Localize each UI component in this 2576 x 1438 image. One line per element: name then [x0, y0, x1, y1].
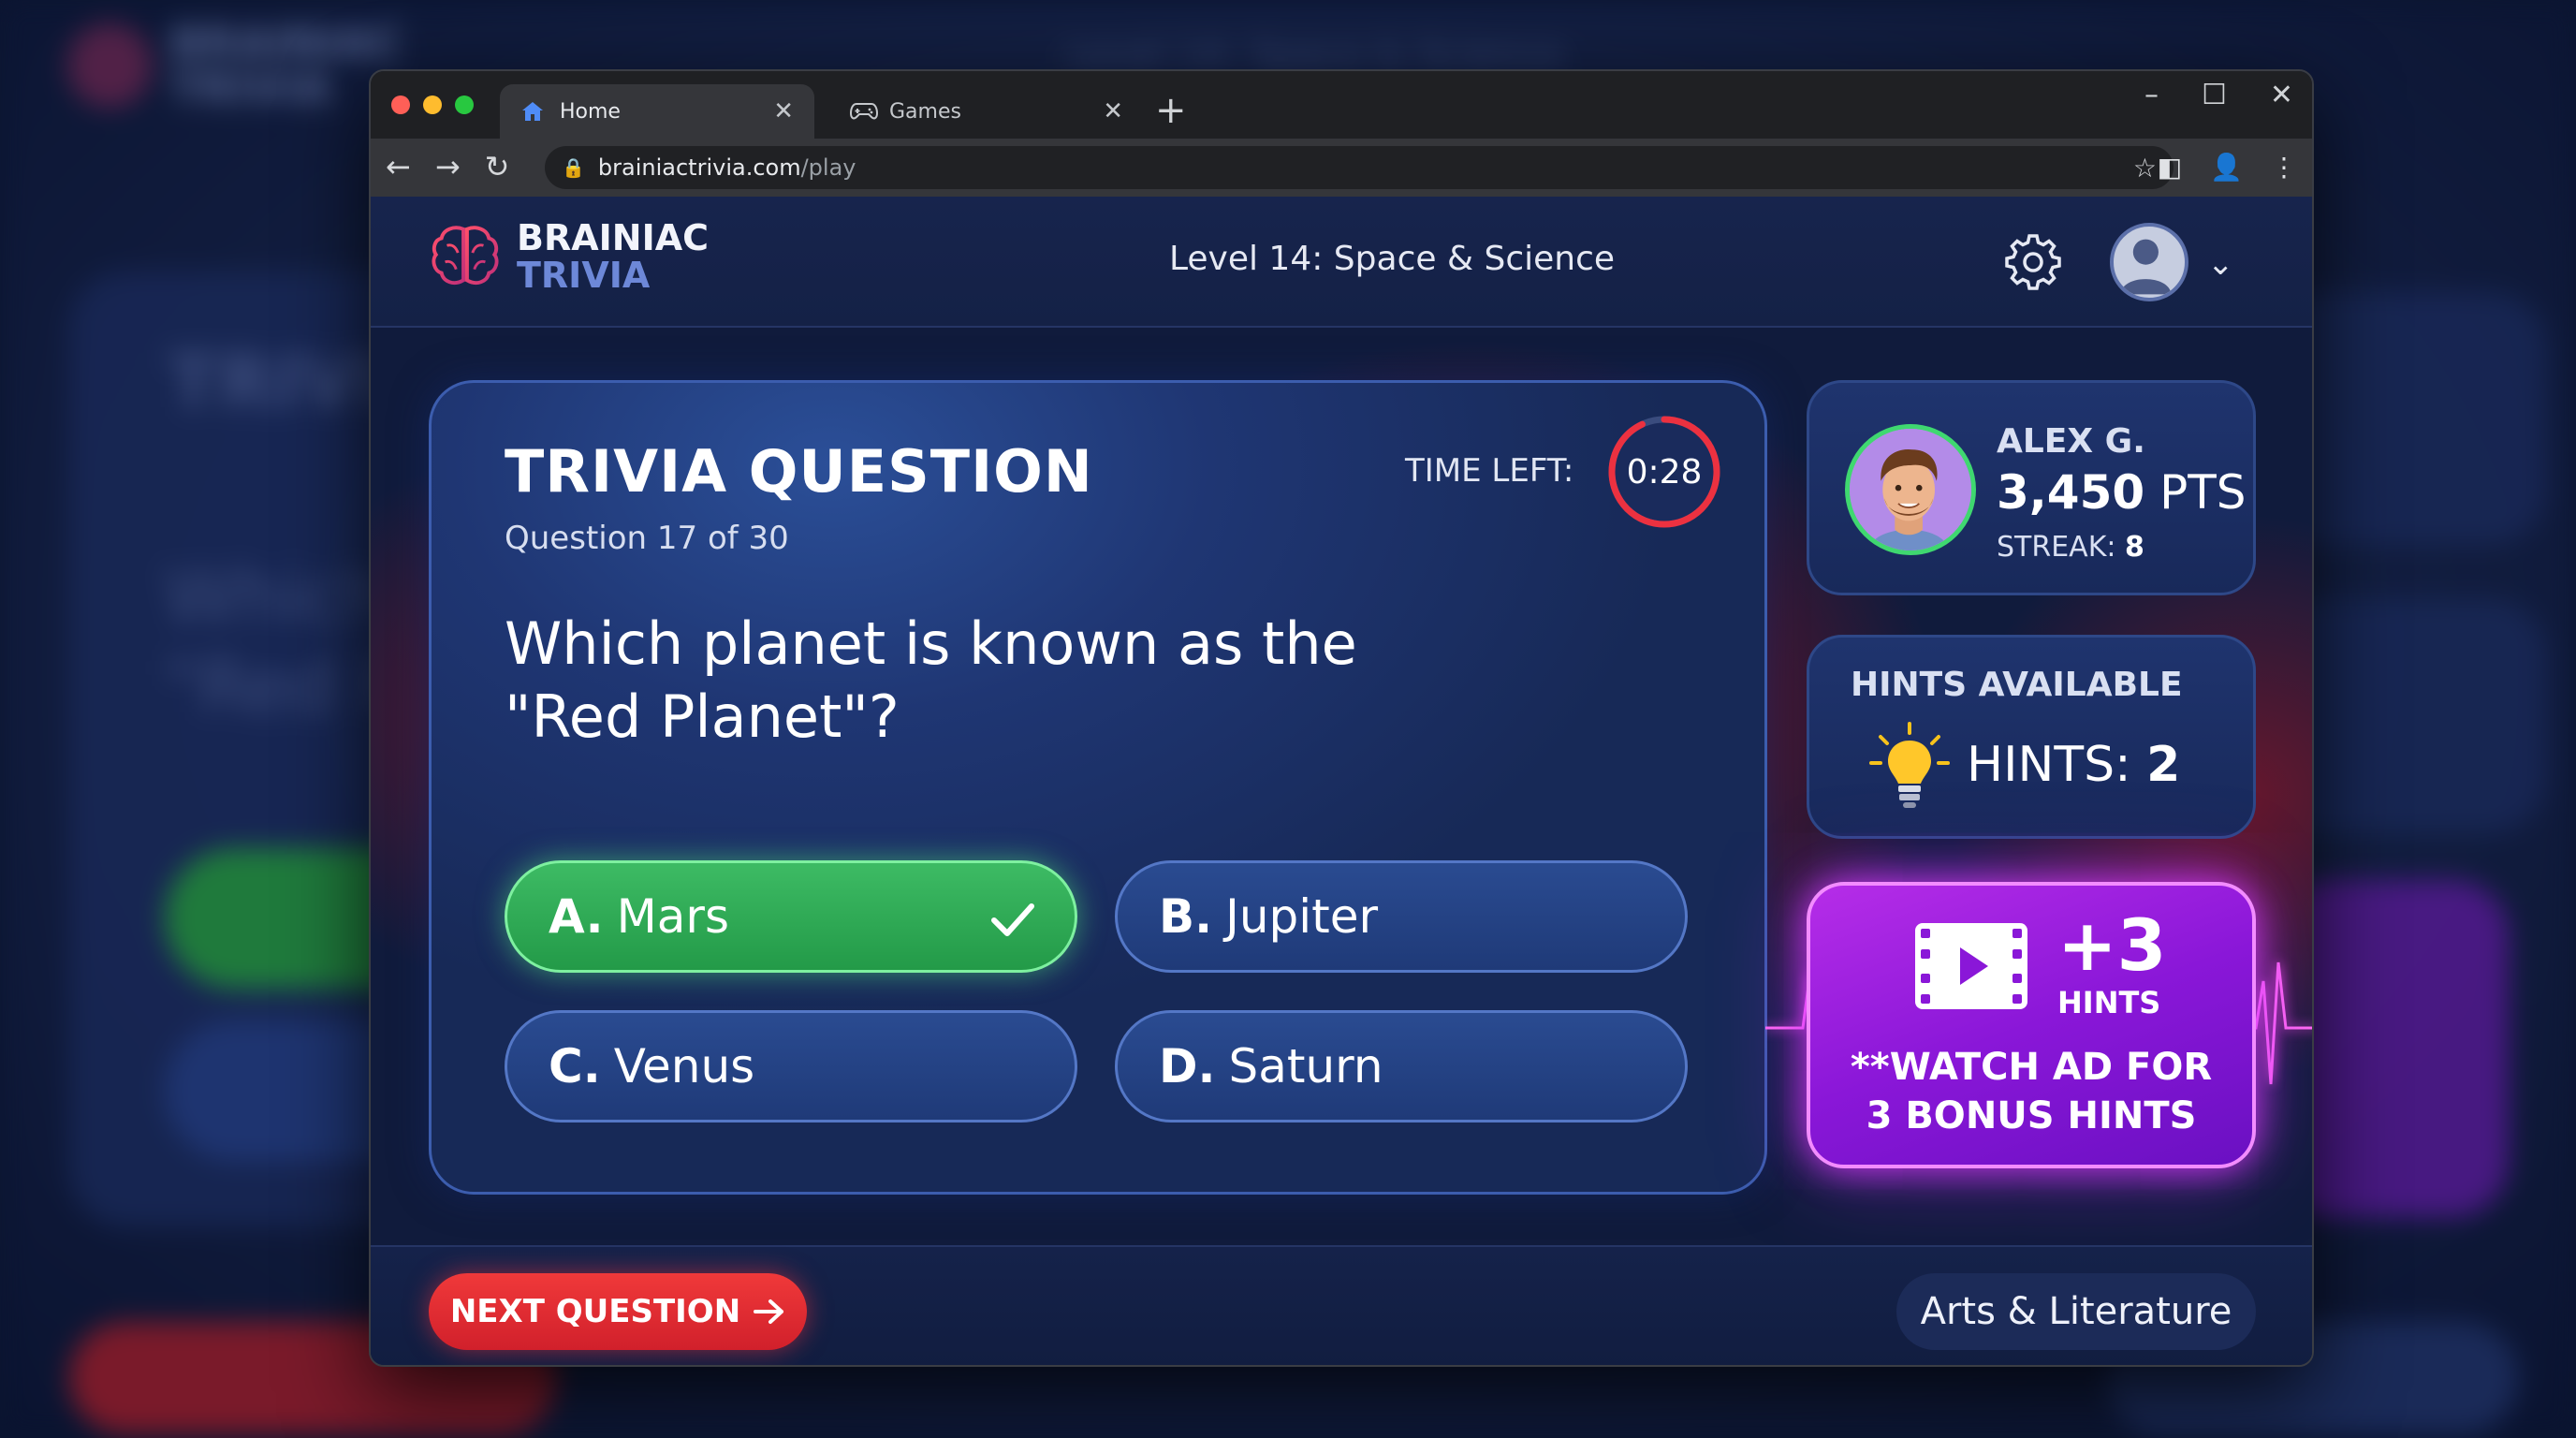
- reload-icon[interactable]: ↻: [485, 150, 510, 183]
- gamepad-icon: [850, 101, 878, 122]
- question-text: Which planet is known as the "Red Planet"…: [505, 609, 1357, 751]
- tab-bar: Home ✕ Games ✕ + – ☐ ✕: [371, 71, 2312, 139]
- window-controls: – ☐ ✕: [2144, 79, 2293, 111]
- user-avatar-icon: [2120, 239, 2172, 295]
- player-points-value: 3,450: [1997, 465, 2145, 520]
- video-play-icon: [1915, 923, 2027, 1009]
- url-host: brainiactrivia.com: [597, 154, 801, 181]
- answer-b-button[interactable]: B. Jupiter: [1115, 860, 1688, 973]
- tab-home-label: Home: [560, 99, 621, 124]
- user-avatar-button[interactable]: [2110, 223, 2188, 301]
- question-title: TRIVIA QUESTION: [505, 437, 1093, 506]
- backdrop-logo-line2: TRIVIA: [170, 63, 332, 113]
- streak-label: STREAK:: [1997, 531, 2116, 564]
- hints-title: HINTS AVAILABLE: [1851, 666, 2183, 704]
- side-panel-icon[interactable]: ◧: [2158, 152, 2182, 183]
- home-icon: [520, 100, 549, 123]
- maximize-icon[interactable]: ☐: [2202, 79, 2227, 111]
- hints-count-value: 2: [2146, 737, 2181, 793]
- tab-close-icon[interactable]: ✕: [773, 97, 794, 125]
- streak-value: 8: [2125, 531, 2144, 564]
- question-card: TRIVIA QUESTION Question 17 of 30 TIME L…: [429, 380, 1767, 1195]
- maximize-window-dot[interactable]: [455, 95, 474, 114]
- ad-text-line2: 3 BONUS HINTS: [1866, 1094, 2197, 1137]
- watch-ad-button[interactable]: +3 HINTS **WATCH AD FOR 3 BONUS HINTS: [1807, 882, 2256, 1168]
- gear-icon[interactable]: [2005, 234, 2061, 290]
- forward-arrow-icon[interactable]: →: [435, 150, 461, 183]
- bookmark-star-icon[interactable]: ☆: [2133, 153, 2157, 183]
- tab-home[interactable]: Home ✕: [500, 84, 814, 139]
- answer-a-text: Mars: [616, 889, 730, 944]
- level-title: Level 14: Space & Science: [1168, 240, 1616, 278]
- backdrop-question-title: TRIVI: [168, 341, 386, 425]
- time-left-value: 0:28: [1626, 452, 1703, 492]
- category-label: Arts & Literature: [1920, 1290, 2232, 1333]
- player-avatar: [1845, 424, 1976, 555]
- ad-description: **WATCH AD FOR 3 BONUS HINTS: [1810, 1043, 2252, 1140]
- question-progress: Question 17 of 30: [505, 520, 789, 557]
- time-left-label: TIME LEFT:: [1405, 452, 1574, 490]
- tab-close-icon[interactable]: ✕: [1103, 97, 1123, 125]
- ad-text-line1: **WATCH AD FOR: [1850, 1046, 2213, 1089]
- answer-d-text: Saturn: [1228, 1039, 1383, 1093]
- browser-toolbar: ◧ 👤 ⋮: [2158, 152, 2297, 183]
- answer-b-text: Jupiter: [1225, 889, 1379, 944]
- player-points-unit: PTS: [2159, 465, 2247, 520]
- app-footer: NEXT QUESTION Arts & Literature: [371, 1245, 2312, 1365]
- arrow-right-icon: [754, 1299, 784, 1324]
- ad-bonus-count: +3: [2057, 903, 2167, 987]
- backdrop-logo-line1: BRAINIAC: [170, 18, 403, 68]
- player-points: 3,450 PTS: [1997, 465, 2247, 520]
- next-question-button[interactable]: NEXT QUESTION: [429, 1273, 807, 1350]
- close-window-dot[interactable]: [391, 95, 410, 114]
- close-icon[interactable]: ✕: [2270, 79, 2293, 111]
- traffic-lights: [391, 95, 474, 114]
- game-stage: TRIVIA QUESTION Question 17 of 30 TIME L…: [371, 328, 2312, 1245]
- answer-a-letter: A.: [549, 889, 604, 944]
- lock-icon: 🔒: [562, 156, 585, 179]
- tab-games-label: Games: [889, 99, 961, 124]
- player-streak: STREAK: 8: [1997, 531, 2144, 564]
- answer-c-text: Venus: [613, 1039, 755, 1093]
- answer-c-letter: C.: [549, 1039, 601, 1093]
- new-tab-plus-icon[interactable]: +: [1155, 92, 1187, 129]
- nav-buttons: ← → ↻: [386, 150, 509, 183]
- minimize-icon[interactable]: –: [2144, 79, 2159, 111]
- hints-card: HINTS AVAILABLE HINTS: 2: [1807, 635, 2256, 839]
- checkmark-icon: [991, 903, 1034, 936]
- browser-window: Home ✕ Games ✕ + – ☐ ✕ ← → ↻ 🔒 brainiact…: [369, 69, 2314, 1367]
- player-card: ALEX G. 3,450 PTS STREAK: 8: [1807, 380, 2256, 595]
- player-name: ALEX G.: [1997, 422, 2145, 461]
- chevron-down-icon[interactable]: ⌄: [2207, 245, 2234, 283]
- countdown-timer: 0:28: [1603, 411, 1725, 533]
- app-header: BRAINIAC TRIVIA Level 14: Space & Scienc…: [371, 197, 2312, 328]
- category-pill[interactable]: Arts & Literature: [1896, 1273, 2256, 1350]
- profile-icon[interactable]: 👤: [2210, 152, 2243, 183]
- answer-c-button[interactable]: C. Venus: [505, 1010, 1077, 1123]
- answer-d-letter: D.: [1159, 1039, 1216, 1093]
- minimize-window-dot[interactable]: [423, 95, 442, 114]
- address-bar: ← → ↻ 🔒 brainiactrivia.com /play ☆ ◧ 👤 ⋮: [371, 139, 2312, 197]
- lightbulb-icon: [1869, 722, 1950, 808]
- hints-count-label: HINTS:: [1967, 737, 2131, 793]
- player-avatar-image: [1850, 429, 1971, 550]
- heartbeat-line-right: [2247, 961, 2312, 1085]
- backdrop-brain-icon: [67, 23, 152, 108]
- ad-bonus-unit: HINTS: [2057, 985, 2161, 1020]
- back-arrow-icon[interactable]: ←: [386, 150, 411, 183]
- trivia-app: BRAINIAC TRIVIA Level 14: Space & Scienc…: [371, 197, 2312, 1365]
- tab-games[interactable]: Games ✕: [829, 84, 1144, 139]
- url-field[interactable]: 🔒 brainiactrivia.com /play ☆: [545, 146, 2174, 189]
- url-path: /play: [800, 154, 856, 181]
- next-question-label: NEXT QUESTION: [449, 1293, 741, 1330]
- backdrop-logo: BRAINIAC TRIVIA: [67, 21, 402, 110]
- answer-a-button[interactable]: A. Mars: [505, 860, 1077, 973]
- answer-d-button[interactable]: D. Saturn: [1115, 1010, 1688, 1123]
- hints-count: HINTS: 2: [1967, 737, 2180, 793]
- kebab-menu-icon[interactable]: ⋮: [2271, 152, 2297, 183]
- answer-b-letter: B.: [1159, 889, 1213, 944]
